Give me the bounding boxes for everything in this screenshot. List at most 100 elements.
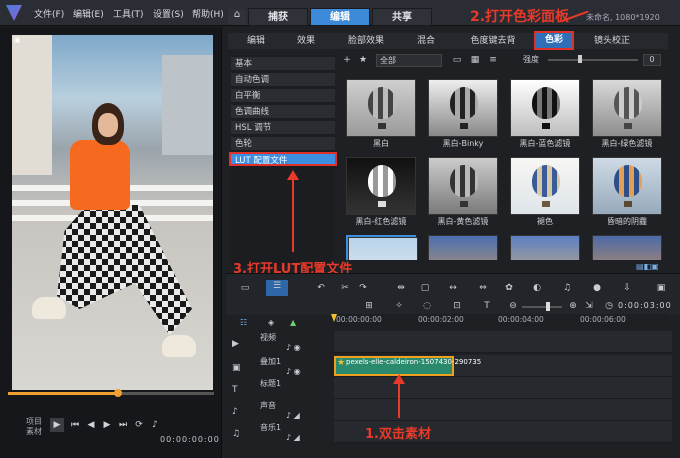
tab-edit-sub[interactable]: 编辑 [236, 34, 276, 48]
panel-view-icons[interactable]: ▤◧▣ [636, 262, 678, 271]
mute-icon[interactable]: ♪ ◉ [286, 367, 301, 376]
category-hsl[interactable]: HSL 调节 [231, 121, 335, 135]
fx-icon[interactable]: ▣ [654, 282, 668, 294]
zoom-slider-handle[interactable] [546, 302, 550, 311]
repeat-icon[interactable]: ⟳ [132, 418, 146, 432]
screen-icon[interactable]: ▢ [418, 282, 432, 294]
timeline-view-icon[interactable]: ☰ [266, 280, 288, 296]
export-icon[interactable]: ⇩ [620, 282, 634, 294]
storyboard-view-icon[interactable]: ▭ [236, 282, 254, 294]
fit-project-icon[interactable]: ⇲ [582, 300, 596, 312]
lut-thumb[interactable] [428, 235, 498, 260]
category-white-balance[interactable]: 白平衡 [231, 89, 335, 103]
lut-thumb[interactable] [592, 235, 662, 260]
add-track-icon[interactable]: ▲ [290, 318, 296, 327]
filter-dropdown[interactable]: 全部 [376, 54, 442, 67]
motion-icon[interactable]: ⇔ [476, 282, 490, 294]
category-tone-curve[interactable]: 色调曲线 [231, 105, 335, 119]
tab-edit[interactable]: 编辑 [310, 8, 370, 26]
category-auto-tone[interactable]: 自动色调 [231, 73, 335, 87]
redo-icon[interactable]: ↷ [356, 282, 370, 294]
tab-blend[interactable]: 混合 [406, 34, 446, 48]
track-manager-icon[interactable]: ☷ [240, 318, 247, 327]
ruler-label: 00:00:06:00 [580, 315, 626, 324]
menu-tools[interactable]: 工具(T) [113, 7, 144, 20]
fit-icon[interactable]: ↔ [446, 282, 460, 294]
chapter-icon[interactable]: ◈ [268, 318, 274, 327]
menu-edit[interactable]: 编辑(E) [73, 7, 104, 20]
timeline-time[interactable]: 0:00:03:00 [618, 301, 672, 310]
cut-icon[interactable]: ✂ [338, 282, 352, 294]
crop-icon[interactable]: ⊡ [450, 300, 464, 312]
record-icon[interactable]: ● [590, 282, 604, 294]
tab-face-effects[interactable]: 脸部效果 [336, 34, 396, 48]
step-forward-icon[interactable]: ▶ [100, 418, 114, 432]
play-icon[interactable]: ▶ [50, 418, 64, 432]
skip-start-icon[interactable]: ⏮ [68, 418, 82, 432]
lut-thumb[interactable] [346, 235, 418, 260]
strength-value[interactable]: 0 [643, 54, 661, 66]
mix-icon[interactable]: ◐ [530, 282, 544, 294]
lut-thumb[interactable] [346, 79, 416, 137]
step-back-icon[interactable]: ◀ [84, 418, 98, 432]
add-icon[interactable]: + [340, 54, 354, 66]
tab-effects[interactable]: 效果 [286, 34, 326, 48]
track-row-video[interactable] [334, 331, 672, 353]
track-row-voice[interactable] [334, 399, 672, 421]
zoom-slider[interactable] [522, 306, 562, 308]
menu-file[interactable]: 文件(F) [34, 7, 64, 20]
skip-end-icon[interactable]: ⏭ [116, 418, 130, 432]
lut-thumb[interactable] [592, 79, 662, 137]
lut-thumb[interactable] [592, 157, 662, 215]
track-row-title[interactable] [334, 377, 672, 399]
mute-icon[interactable]: ♪ ◉ [286, 343, 301, 352]
tab-lens-correction[interactable]: 镜头校正 [582, 34, 642, 48]
volume-icon[interactable]: ♪ [148, 418, 162, 432]
mute-icon[interactable]: ♪ ◢ [286, 433, 300, 442]
scrub-handle[interactable] [114, 389, 122, 397]
category-color-wheel[interactable]: 色轮 [231, 137, 335, 151]
grid-icon[interactable]: ▦ [468, 54, 482, 66]
timeline-ruler[interactable]: 00:00:00:00 00:00:02:00 00:00:04:00 00:0… [330, 314, 670, 326]
tab-capture[interactable]: 捕获 [248, 8, 308, 26]
magic-icon[interactable]: ✧ [392, 300, 406, 312]
menu-help[interactable]: 帮助(H) [192, 7, 224, 20]
tab-color[interactable]: 色彩 [534, 31, 574, 50]
zoom-in-icon[interactable]: ⊕ [566, 300, 580, 312]
home-icon[interactable]: ⌂ [228, 9, 246, 25]
folder-icon[interactable]: ▭ [450, 54, 464, 66]
zoom-out-icon[interactable]: ⊖ [506, 300, 520, 312]
favorite-add-icon[interactable]: ★ [356, 54, 370, 66]
track-header-video: ▶ 视频 ♪ ◉ [230, 331, 330, 355]
lut-thumb[interactable] [510, 235, 580, 260]
title-text-icon[interactable]: T [480, 300, 494, 312]
timecode-display[interactable]: 00:00:00:00 [160, 435, 220, 444]
lut-thumb[interactable] [428, 157, 498, 215]
ruler-label: 00:00:04:00 [498, 315, 544, 324]
audio-icon[interactable]: ♫ [560, 282, 574, 294]
category-lut-profile[interactable]: LUT 配置文件 [229, 152, 337, 166]
color-category-list: 基本 自动色调 白平衡 色调曲线 HSL 调节 色轮 LUT 配置文件 [229, 55, 337, 267]
tab-chroma-key[interactable]: 色度键去背 [456, 34, 530, 48]
lut-thumb[interactable] [510, 157, 580, 215]
list-icon[interactable]: ≡ [486, 54, 500, 66]
sticker-icon[interactable]: ✿ [502, 282, 516, 294]
preview-overlay-label: ▣ [14, 36, 21, 44]
strength-slider[interactable] [548, 59, 638, 61]
undo-icon[interactable]: ↶ [314, 282, 328, 294]
lut-thumb[interactable] [346, 157, 416, 215]
music-track-icon: ♫ [232, 429, 241, 439]
mask-icon[interactable]: ◌ [420, 300, 434, 312]
mute-icon[interactable]: ♪ ◢ [286, 411, 300, 420]
lut-thumb[interactable] [428, 79, 498, 137]
timeline-tracks: ▶ 视频 ♪ ◉ ▣ 叠加1 ♪ ◉ T 标题1 ♪ 声音 ♪ ◢ ♫ 音乐1 … [226, 327, 680, 458]
category-basic[interactable]: 基本 [231, 57, 335, 71]
clock-icon[interactable]: ◷ [602, 300, 616, 312]
grid-snap-icon[interactable]: ⊞ [362, 300, 376, 312]
split-icon[interactable]: ⇹ [394, 282, 408, 294]
strength-slider-handle[interactable] [578, 55, 582, 63]
lut-thumb[interactable] [510, 79, 580, 137]
track-name: 视频 [260, 333, 276, 342]
menu-settings[interactable]: 设置(S) [153, 7, 184, 20]
tab-share[interactable]: 共享 [372, 8, 432, 26]
